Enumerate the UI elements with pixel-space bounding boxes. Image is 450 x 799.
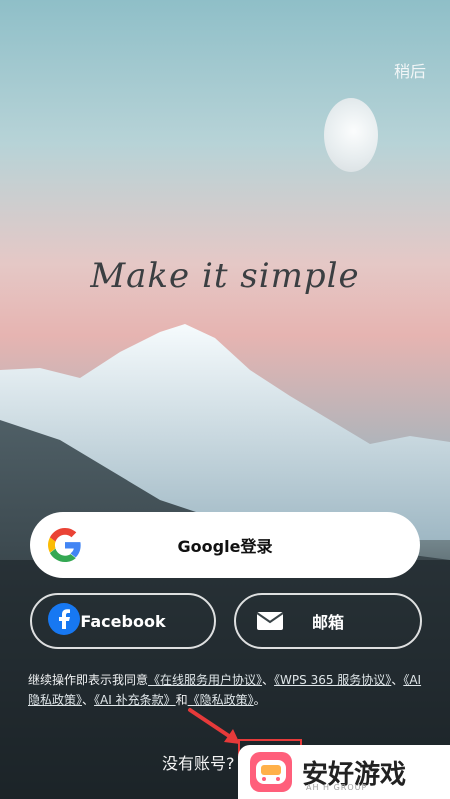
ai-supplementary-terms-link[interactable]: 《AI 补充条款》 xyxy=(94,693,176,707)
mail-icon xyxy=(256,612,284,630)
terms-separator: 、 xyxy=(82,693,95,707)
terms-prefix: 继续操作即表示我同意 xyxy=(28,673,149,687)
game-controller-icon xyxy=(250,752,292,792)
facebook-login-label: Facebook xyxy=(80,611,166,631)
moon-image xyxy=(324,98,378,172)
terms-suffix: 。 xyxy=(253,693,266,707)
terms-separator: 、 xyxy=(262,673,275,687)
google-login-button[interactable]: Google登录 xyxy=(30,512,420,578)
google-icon xyxy=(48,528,81,562)
email-login-label: 邮箱 xyxy=(311,613,344,632)
wps365-service-agreement-link[interactable]: 《WPS 365 服务协议》 xyxy=(274,673,391,687)
watermark-subtitle: AH H GROUP xyxy=(306,783,368,792)
google-login-label: Google登录 xyxy=(177,537,273,556)
site-watermark: 安好游戏 AH H GROUP xyxy=(238,745,450,799)
annotation-arrow-icon xyxy=(188,708,240,744)
facebook-icon xyxy=(48,603,80,635)
no-account-text: 没有账号? xyxy=(162,754,235,773)
tagline: Make it simple xyxy=(90,256,360,296)
online-service-agreement-link[interactable]: 《在线服务用户协议》 xyxy=(148,673,262,687)
terms-separator: 、 xyxy=(391,673,404,687)
later-button[interactable]: 稍后 xyxy=(394,58,426,82)
